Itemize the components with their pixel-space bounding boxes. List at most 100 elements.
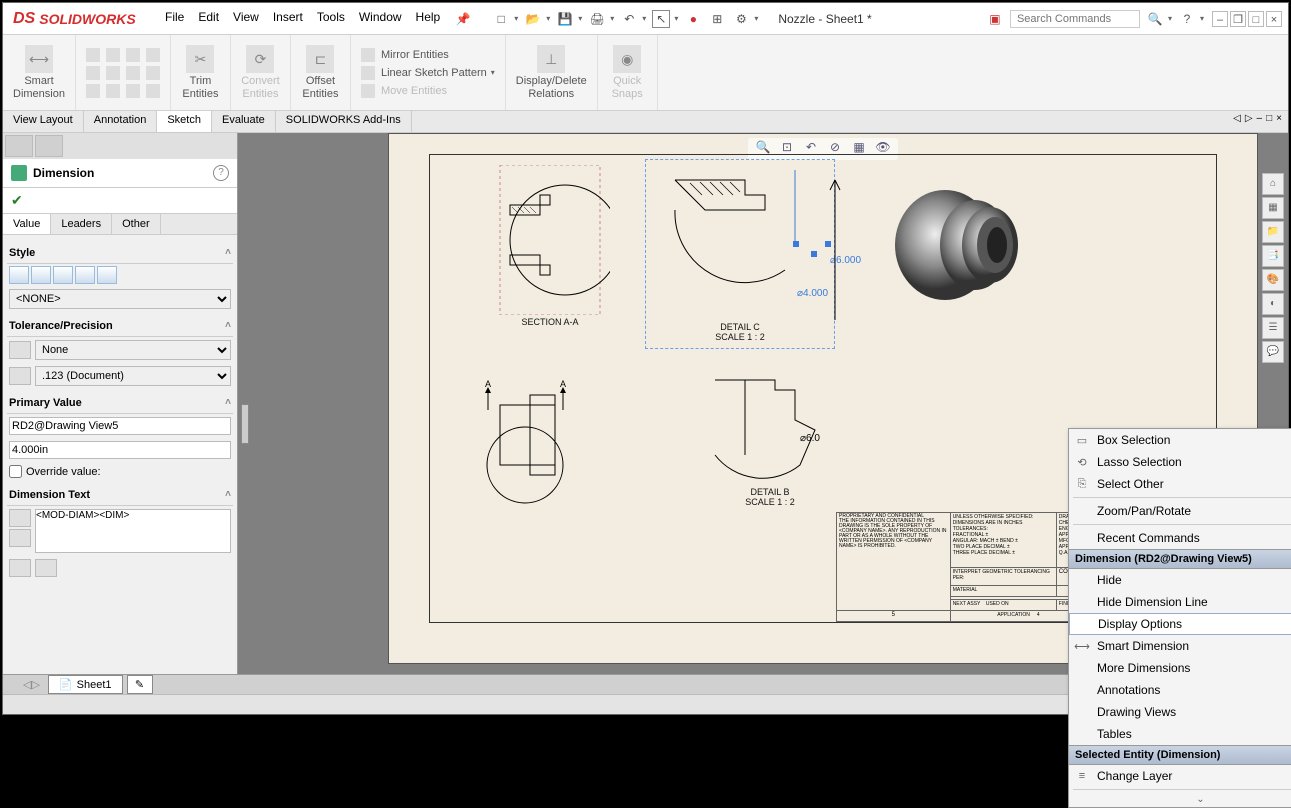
sheet-tab-sheet1[interactable]: 📄Sheet1 [48, 675, 123, 694]
style-icon-3[interactable] [53, 266, 73, 284]
mirror-entities-button[interactable]: Mirror Entities [361, 48, 495, 62]
side-view[interactable]: AA [470, 375, 610, 507]
dimtext-icon-1[interactable] [9, 559, 31, 577]
cm-more-dimensions[interactable]: More Dimensions▸ [1069, 657, 1291, 679]
options-icon[interactable]: ⊞ [708, 10, 726, 28]
menu-help[interactable]: Help [416, 10, 441, 28]
pane-max-icon[interactable]: □ [1266, 113, 1272, 130]
search-icon[interactable]: 🔍 [1146, 10, 1164, 28]
menu-edit[interactable]: Edit [198, 10, 219, 28]
tab-annotation[interactable]: Annotation [84, 111, 158, 132]
tab-view-layout[interactable]: View Layout [3, 111, 84, 132]
close-button[interactable]: × [1266, 11, 1282, 27]
section-view[interactable]: SECTION A-A [480, 165, 620, 327]
tab-sketch[interactable]: Sketch [157, 111, 212, 132]
tab-addins[interactable]: SOLIDWORKS Add-Ins [276, 111, 412, 132]
open-icon[interactable]: 📂 [524, 10, 542, 28]
maximize-button[interactable]: □ [1248, 11, 1264, 27]
ellipse-tool-icon[interactable] [126, 66, 140, 80]
rebuild-icon[interactable]: ● [684, 10, 702, 28]
cm-box-selection[interactable]: ▭Box Selection [1069, 429, 1291, 451]
line-tool-icon[interactable] [86, 48, 100, 62]
chevron-up-icon[interactable]: ˄ [225, 397, 231, 409]
dimtext-prefix-icon[interactable] [9, 509, 31, 527]
chevron-up-icon[interactable]: ˄ [225, 320, 231, 332]
new-icon[interactable]: □ [492, 10, 510, 28]
tab-evaluate[interactable]: Evaluate [212, 111, 276, 132]
minimize-button[interactable]: – [1212, 11, 1228, 27]
trim-entities-button[interactable]: ✂ Trim Entities [171, 35, 231, 110]
feature-tree-tab[interactable] [5, 135, 33, 157]
style-icon-4[interactable] [75, 266, 95, 284]
style-icon-5[interactable] [97, 266, 117, 284]
undo-icon[interactable]: ↶ [620, 10, 638, 28]
cm-hide-dimension-line[interactable]: Hide Dimension Line [1069, 591, 1291, 613]
style-icon-1[interactable] [9, 266, 29, 284]
help-icon[interactable]: ? [1178, 10, 1196, 28]
style-select[interactable]: <NONE> [9, 289, 231, 309]
restore-button[interactable]: ❐ [1230, 11, 1246, 27]
pane-next-icon[interactable]: ▷ [1245, 113, 1253, 130]
text-tool-icon[interactable] [146, 66, 160, 80]
display-delete-relations-button[interactable]: ⊥ Display/Delete Relations [506, 35, 598, 110]
subtab-other[interactable]: Other [112, 214, 161, 234]
subtab-leaders[interactable]: Leaders [51, 214, 112, 234]
cm-recent-commands[interactable]: Recent Commands▸ [1069, 527, 1291, 549]
fillet-tool-icon[interactable] [126, 84, 140, 98]
dimension-text-input[interactable]: <MOD-DIAM><DIM> [35, 509, 231, 553]
save-icon[interactable]: 💾 [556, 10, 574, 28]
cm-select-other[interactable]: ⎘Select Other [1069, 473, 1291, 495]
spline-tool-icon[interactable] [146, 48, 160, 62]
print-icon[interactable]: 🖨 [588, 10, 606, 28]
detail-b-view[interactable]: DETAIL B SCALE 1 : 2 [690, 375, 850, 507]
menu-window[interactable]: Window [359, 10, 402, 28]
plane-tool-icon[interactable] [146, 84, 160, 98]
dimtext-suffix-icon[interactable] [9, 529, 31, 547]
chevron-up-icon[interactable]: ˄ [225, 247, 231, 259]
add-sheet-button[interactable]: ✎ [127, 675, 153, 694]
sw-search-icon[interactable]: ▣ [986, 10, 1004, 28]
panel-help-icon[interactable]: ? [213, 165, 229, 181]
circle-tool-icon[interactable] [126, 48, 140, 62]
forum-icon[interactable]: 💬 [1262, 341, 1284, 363]
override-checkbox[interactable] [9, 465, 22, 478]
dimension-6b[interactable]: ⌀6.0 [800, 433, 820, 444]
precision-select[interactable]: .123 (Document) [35, 366, 231, 386]
view-palette-icon[interactable]: 🎨 [1262, 269, 1284, 291]
file-explorer-icon[interactable]: 📑 [1262, 245, 1284, 267]
style-icon-2[interactable] [31, 266, 51, 284]
polygon-tool-icon[interactable] [106, 66, 120, 80]
ok-button[interactable]: ✔ [3, 188, 237, 214]
appearances-icon[interactable]: ◐ [1262, 293, 1284, 315]
linear-pattern-button[interactable]: Linear Sketch Pattern▾ [361, 66, 495, 80]
panel-collapse-handle[interactable] [241, 404, 249, 444]
slot-tool-icon[interactable] [106, 84, 120, 98]
cm-lasso-selection[interactable]: ⟲Lasso Selection [1069, 451, 1291, 473]
resources-icon[interactable]: ▦ [1262, 197, 1284, 219]
menu-insert[interactable]: Insert [273, 10, 303, 28]
tolerance-type-select[interactable]: None [35, 340, 231, 360]
design-library-icon[interactable]: 📁 [1262, 221, 1284, 243]
menu-file[interactable]: File [165, 10, 184, 28]
point-tool-icon[interactable] [86, 84, 100, 98]
cm-smart-dimension[interactable]: ⟷Smart Dimension [1069, 635, 1291, 657]
pin-icon[interactable]: 📌 [454, 10, 472, 28]
offset-entities-button[interactable]: ⊏ Offset Entities [291, 35, 351, 110]
cm-display-options[interactable]: Display Options▸ [1069, 613, 1291, 635]
primary-name-input[interactable] [9, 417, 231, 435]
arc-tool-icon[interactable] [106, 48, 120, 62]
drawing-canvas[interactable]: 🔍 ⊡ ↶ ⊘ ▦ 👁 [238, 133, 1288, 674]
isometric-view[interactable] [890, 175, 1030, 315]
search-commands-input[interactable] [1010, 10, 1140, 28]
pane-close-icon[interactable]: × [1276, 113, 1282, 130]
cm-drawing-views[interactable]: Drawing Views▸ [1069, 701, 1291, 723]
sheet-nav-icon[interactable]: ◁▷ [23, 678, 40, 691]
select-icon[interactable]: ↖ [652, 10, 670, 28]
subtab-value[interactable]: Value [3, 214, 51, 234]
cm-zoom-pan-rotate[interactable]: Zoom/Pan/Rotate▸ [1069, 500, 1291, 522]
pane-prev-icon[interactable]: ◁ [1233, 113, 1241, 130]
rect-tool-icon[interactable] [86, 66, 100, 80]
cm-expand-icon[interactable]: ⌄ [1069, 792, 1291, 807]
custom-props-icon[interactable]: ☰ [1262, 317, 1284, 339]
menu-view[interactable]: View [233, 10, 259, 28]
